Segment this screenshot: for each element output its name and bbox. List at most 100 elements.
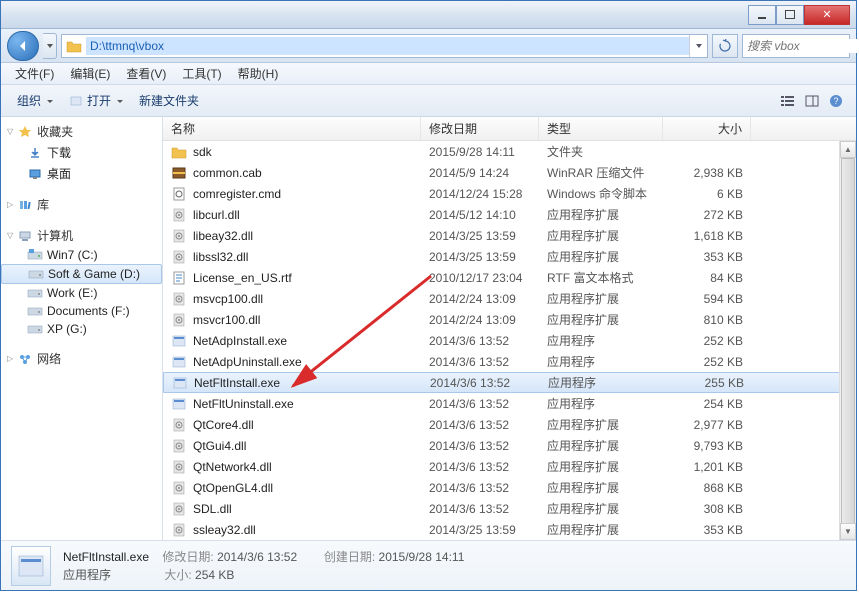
file-type: 应用程序扩展 — [539, 416, 663, 433]
scroll-down-button[interactable]: ▼ — [840, 523, 856, 540]
back-button[interactable] — [7, 31, 39, 61]
nav-group-computer: ▽ 计算机 Win7 (C:)Soft & Game (D:) Work (E:)… — [1, 225, 162, 338]
drive-icon — [27, 304, 43, 318]
file-type: 应用程序扩展 — [539, 248, 663, 265]
file-date: 2015/9/28 14:11 — [421, 145, 539, 159]
file-row[interactable]: msvcr100.dll2014/2/24 13:09应用程序扩展810 KB — [163, 309, 856, 330]
new-folder-button[interactable]: 新建文件夹 — [131, 89, 207, 112]
explorer-window: 文件(F) 编辑(E) 查看(V) 工具(T) 帮助(H) 组织 打开 新建文件… — [0, 0, 857, 591]
file-icon — [171, 186, 187, 202]
open-button[interactable]: 打开 — [61, 89, 131, 112]
file-icon — [171, 144, 187, 160]
minimize-button[interactable] — [748, 5, 776, 25]
file-row[interactable]: libcurl.dll2014/5/12 14:10应用程序扩展272 KB — [163, 204, 856, 225]
menu-view[interactable]: 查看(V) — [118, 63, 174, 84]
file-row[interactable]: NetFltInstall.exe2014/3/6 13:52应用程序255 K… — [163, 372, 856, 393]
file-row[interactable]: sdk2015/9/28 14:11文件夹 — [163, 141, 856, 162]
file-row[interactable]: SDL.dll2014/3/6 13:52应用程序扩展308 KB — [163, 498, 856, 519]
file-list-pane: 名称 修改日期 类型 大小 sdk2015/9/28 14:11文件夹commo… — [163, 117, 856, 540]
drive-icon — [28, 267, 44, 281]
desktop-icon — [27, 167, 43, 181]
organize-button[interactable]: 组织 — [9, 89, 61, 112]
file-row[interactable]: ssleay32.dll2014/3/25 13:59应用程序扩展353 KB — [163, 519, 856, 540]
drive-icon — [27, 286, 43, 300]
column-type[interactable]: 类型 — [539, 117, 663, 140]
file-date: 2014/2/24 13:09 — [421, 313, 539, 327]
column-name[interactable]: 名称 — [163, 117, 421, 140]
nav-history-dropdown[interactable] — [43, 33, 57, 59]
file-row[interactable]: QtCore4.dll2014/3/6 13:52应用程序扩展2,977 KB — [163, 414, 856, 435]
drive-icon — [27, 248, 43, 262]
help-button[interactable]: ? — [824, 89, 848, 113]
nav-header-computer[interactable]: ▽ 计算机 — [1, 225, 162, 246]
nav-item-drive[interactable]: Win7 (C:) — [1, 246, 162, 264]
view-options-button[interactable] — [776, 89, 800, 113]
menu-tools[interactable]: 工具(T) — [174, 63, 229, 84]
file-row[interactable]: NetAdpUninstall.exe2014/3/6 13:52应用程序252… — [163, 351, 856, 372]
file-row[interactable]: common.cab2014/5/9 14:24WinRAR 压缩文件2,938… — [163, 162, 856, 183]
file-name: msvcp100.dll — [193, 292, 263, 306]
file-type: 应用程序 — [539, 353, 663, 370]
menu-help[interactable]: 帮助(H) — [230, 63, 287, 84]
file-icon — [171, 207, 187, 223]
nav-child-label: Work (E:) — [47, 286, 97, 300]
nav-item-drive[interactable]: XP (G:) — [1, 320, 162, 338]
close-button[interactable] — [804, 5, 850, 25]
file-size: 1,618 KB — [663, 229, 751, 243]
file-row[interactable]: License_en_US.rtf2010/12/17 23:04RTF 富文本… — [163, 267, 856, 288]
body-area: ▽ 收藏夹 下载 桌面 ▷ 库 — [1, 117, 856, 540]
file-type: 应用程序 — [540, 374, 664, 391]
file-name: NetAdpUninstall.exe — [193, 355, 302, 369]
nav-item-drive[interactable]: Soft & Game (D:) — [1, 264, 162, 284]
column-size[interactable]: 大小 — [663, 117, 751, 140]
address-input[interactable] — [86, 37, 689, 55]
file-row[interactable]: QtOpenGL4.dll2014/3/6 13:52应用程序扩展868 KB — [163, 477, 856, 498]
address-dropdown[interactable] — [689, 35, 707, 57]
file-row[interactable]: QtGui4.dll2014/3/6 13:52应用程序扩展9,793 KB — [163, 435, 856, 456]
file-size: 308 KB — [663, 502, 751, 516]
file-type: 应用程序扩展 — [539, 500, 663, 517]
file-name: NetFltInstall.exe — [194, 376, 280, 390]
nav-item-drive[interactable]: Documents (F:) — [1, 302, 162, 320]
navigation-pane[interactable]: ▽ 收藏夹 下载 桌面 ▷ 库 — [1, 117, 163, 540]
column-date[interactable]: 修改日期 — [421, 117, 539, 140]
search-input[interactable] — [743, 39, 859, 53]
nav-label: 网络 — [37, 350, 61, 367]
nav-header-favorites[interactable]: ▽ 收藏夹 — [1, 121, 162, 142]
preview-pane-button[interactable] — [800, 89, 824, 113]
nav-header-network[interactable]: ▷ 网络 — [1, 348, 162, 369]
nav-item-desktop[interactable]: 桌面 — [1, 163, 162, 184]
file-row[interactable]: msvcp100.dll2014/2/24 13:09应用程序扩展594 KB — [163, 288, 856, 309]
file-row[interactable]: QtNetwork4.dll2014/3/6 13:52应用程序扩展1,201 … — [163, 456, 856, 477]
file-type: 文件夹 — [539, 143, 663, 160]
column-header-row: 名称 修改日期 类型 大小 — [163, 117, 856, 141]
file-size: 252 KB — [663, 355, 751, 369]
address-bar[interactable] — [61, 34, 708, 58]
nav-header-libraries[interactable]: ▷ 库 — [1, 194, 162, 215]
menu-file[interactable]: 文件(F) — [7, 63, 62, 84]
titlebar[interactable] — [1, 1, 856, 29]
file-date: 2014/3/6 13:52 — [421, 481, 539, 495]
details-size-label: 大小: — [164, 568, 191, 582]
file-list-body[interactable]: sdk2015/9/28 14:11文件夹common.cab2014/5/9 … — [163, 141, 856, 540]
scroll-thumb[interactable] — [841, 158, 855, 540]
scroll-up-button[interactable]: ▲ — [840, 141, 856, 158]
menu-edit[interactable]: 编辑(E) — [62, 63, 118, 84]
nav-item-downloads[interactable]: 下载 — [1, 142, 162, 163]
refresh-button[interactable] — [712, 34, 738, 58]
vertical-scrollbar[interactable]: ▲ ▼ — [839, 141, 856, 540]
file-type: 应用程序扩展 — [539, 311, 663, 328]
file-row[interactable]: comregister.cmd2014/12/24 15:28Windows 命… — [163, 183, 856, 204]
window-controls — [748, 5, 850, 25]
nav-item-drive[interactable]: Work (E:) — [1, 284, 162, 302]
nav-group-network: ▷ 网络 — [1, 348, 162, 369]
file-name: common.cab — [193, 166, 262, 180]
maximize-button[interactable] — [776, 5, 804, 25]
file-row[interactable]: NetAdpInstall.exe2014/3/6 13:52应用程序252 K… — [163, 330, 856, 351]
file-row[interactable]: libssl32.dll2014/3/25 13:59应用程序扩展353 KB — [163, 246, 856, 267]
search-box[interactable] — [742, 34, 850, 58]
file-row[interactable]: NetFltUninstall.exe2014/3/6 13:52应用程序254… — [163, 393, 856, 414]
file-icon — [171, 228, 187, 244]
file-row[interactable]: libeay32.dll2014/3/25 13:59应用程序扩展1,618 K… — [163, 225, 856, 246]
collapse-icon: ▽ — [7, 127, 13, 136]
